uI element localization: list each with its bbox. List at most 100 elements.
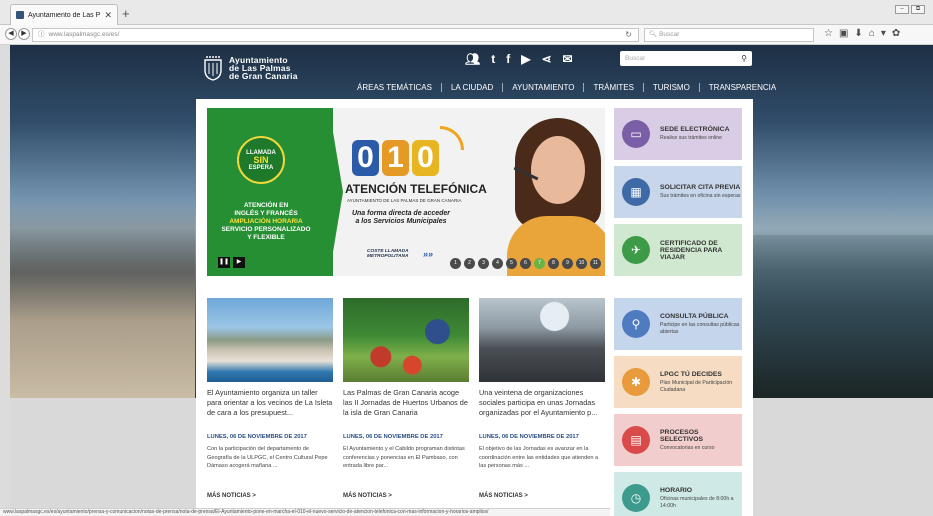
slide-dot[interactable]: 7 (534, 258, 545, 269)
share-icon[interactable]: ⋖ (541, 52, 551, 66)
address-bar[interactable]: ⓘ www.laspalmasgc.es/es/ ↻ (32, 28, 639, 42)
digit-3: 0 (412, 140, 439, 176)
slide-dot[interactable]: 5 (506, 258, 517, 269)
slide-dot[interactable]: 1 (450, 258, 461, 269)
site-logo[interactable]: Ayuntamiento de Las Palmas de Gran Canar… (203, 55, 298, 81)
news-headline[interactable]: El Ayuntamiento organiza un taller para … (207, 388, 333, 430)
pause-button[interactable]: ❚❚ (218, 257, 230, 268)
reload-icon[interactable]: ↻ (625, 29, 632, 41)
info-icon[interactable]: ⓘ (38, 29, 45, 41)
restore-icon[interactable]: ⧉ (911, 5, 925, 14)
tile-lpgc-tu-decides[interactable]: ✱ LPGC TÚ DECIDES Plan Municipal de Parti… (614, 356, 742, 408)
banner-subtitle: AYUNTAMIENTO DE LAS PALMAS DE GRAN CANAR… (347, 198, 462, 203)
mail-icon[interactable]: ✉ (563, 52, 573, 66)
browser-search-field[interactable]: 🔍︎ Buscar (644, 28, 814, 42)
banner-side-text: ATENCIÓN EN INGLÉS Y FRANCÉS AMPLIACIÓN … (211, 202, 321, 242)
people-icon[interactable]: 👥︎ (465, 52, 480, 66)
clipboard-icon: ▤ (622, 426, 650, 454)
youtube-icon[interactable]: ▶ (521, 52, 530, 66)
side-line-5: Y FLEXIBLE (247, 234, 285, 241)
slide-dot[interactable]: 10 (576, 258, 587, 269)
banner-title: ATENCIÓN TELEFÓNICA (345, 182, 487, 196)
people-search-icon: ⚲ (622, 310, 650, 338)
more-news-link[interactable]: MÁS NOTICIAS > (479, 493, 605, 499)
nav-tramites[interactable]: TRÁMITES (583, 82, 642, 92)
coste-line-2: METROPOLITANA (367, 254, 409, 259)
banner-slider[interactable]: LLAMADA SIN ESPERA ATENCIÓN EN INGLÉS Y … (207, 108, 605, 276)
twitter-icon[interactable]: t (491, 52, 495, 66)
slide-dot[interactable]: 9 (562, 258, 573, 269)
news-item[interactable]: El Ayuntamiento organiza un taller para … (207, 298, 333, 499)
browser-nav-bar: ◀ ▶ ⓘ www.laspalmasgc.es/es/ ↻ 🔍︎ Buscar… (0, 25, 933, 45)
search-icon[interactable]: ⚲ (741, 51, 747, 66)
operator-photo (507, 116, 605, 276)
forward-button[interactable]: ▶ (18, 28, 30, 40)
site-search-input[interactable]: Buscar ⚲ (620, 51, 752, 66)
bookmark-star-icon[interactable]: ☆ (824, 28, 833, 39)
back-button[interactable]: ◀ (5, 28, 17, 40)
news-summary: El objetivo de las Jornadas es avanzar e… (479, 446, 599, 470)
toolbar-icons: ☆ ▣ ⬇ ⌂ ▾ ✿ (824, 28, 900, 39)
side-line-2: INGLÉS Y FRANCÉS (234, 210, 298, 217)
slide-dot[interactable]: 8 (548, 258, 559, 269)
news-headline[interactable]: Las Palmas de Gran Canaria acoge las II … (343, 388, 469, 430)
play-button[interactable]: ▶ (233, 257, 245, 268)
number-010: 0 1 0 (352, 140, 439, 176)
minimize-icon[interactable]: – (895, 5, 909, 14)
close-tab-icon[interactable]: ✕ (104, 10, 117, 21)
slide-dot[interactable]: 6 (520, 258, 531, 269)
news-item[interactable]: Las Palmas de Gran Canaria acoge las II … (343, 298, 469, 499)
nav-transparencia[interactable]: TRANSPARENCIA (698, 82, 785, 92)
slide-dot[interactable]: 3 (478, 258, 489, 269)
nav-ayuntamiento[interactable]: AYUNTAMIENTO (502, 82, 583, 92)
airplane-icon: ✈ (622, 236, 650, 264)
extension-icon[interactable]: ✿ (892, 28, 900, 39)
search-icon: 🔍︎ (649, 31, 658, 38)
slide-dot[interactable]: 2 (464, 258, 475, 269)
llamada-sin-espera-badge: LLAMADA SIN ESPERA (237, 136, 285, 184)
new-tab-button[interactable]: + (122, 6, 130, 21)
tile-horario[interactable]: ◷ HORARIO Oficinas municipales de 8:00h a… (614, 472, 742, 516)
tile-title: CERTIFICADO DE RESIDENCIA PARA VIAJAR (660, 239, 723, 261)
library-icon[interactable]: ▣ (839, 28, 848, 39)
nav-la-ciudad[interactable]: LA CIUDAD (440, 82, 502, 92)
news-item[interactable]: Una veintena de organizaciones sociales … (479, 298, 605, 499)
badge-line-2: SIN (253, 154, 269, 165)
tile-subtitle: Convocatorias en curso (660, 444, 715, 451)
tile-title: HORARIO (660, 487, 693, 494)
nav-areas-tematicas[interactable]: ÁREAS TEMÁTICAS (348, 83, 441, 92)
more-news-link[interactable]: MÁS NOTICIAS > (207, 493, 333, 499)
tile-title: CONSULTA PÚBLICA (660, 313, 729, 320)
url-text: www.laspalmasgc.es/es/ (48, 31, 120, 38)
browser-tab[interactable]: Ayuntamiento de Las Palmas ✕ (10, 4, 118, 25)
facebook-icon[interactable]: f (506, 52, 510, 66)
tile-subtitle: Realice sus trámites online (660, 135, 722, 142)
clock-icon: ◷ (622, 484, 650, 512)
tile-consulta-publica[interactable]: ⚲ CONSULTA PÚBLICA Participe en las consu… (614, 298, 742, 350)
slide-pagination: 1 2 3 4 5 6 7 8 9 10 11 (450, 258, 601, 269)
download-icon[interactable]: ⬇ (854, 28, 862, 39)
side-line-3: AMPLIACIÓN HORARIA (229, 218, 303, 225)
home-icon[interactable]: ⌂ (869, 28, 875, 39)
tile-cita-previa[interactable]: ▦ SOLICITAR CITA PREVIA Sus trámites en o… (614, 166, 742, 218)
logo-line-3: de Gran Canaria (229, 71, 298, 81)
nav-turismo[interactable]: TURISMO (642, 82, 699, 92)
tile-title: LPGC TÚ DECIDES (660, 371, 722, 378)
slide-dot[interactable]: 11 (590, 258, 601, 269)
tile-sede-electronica[interactable]: ▭ SEDE ELECTRÓNICA Realice sus trámites o… (614, 108, 742, 160)
news-photo-garden[interactable] (343, 298, 469, 382)
browser-tab-bar: Ayuntamiento de Las Palmas ✕ + – ⧉ (0, 0, 933, 25)
news-headline[interactable]: Una veintena de organizaciones sociales … (479, 388, 605, 430)
slide-dot[interactable]: 4 (492, 258, 503, 269)
news-photo-meeting[interactable] (479, 298, 605, 382)
signal-icon (440, 126, 464, 150)
news-date: LUNES, 06 DE NOVIEMBRE DE 2017 (343, 434, 443, 440)
banner-green-panel (207, 108, 333, 276)
more-news-link[interactable]: MÁS NOTICIAS > (343, 493, 469, 499)
tile-certificado-residencia[interactable]: ✈ CERTIFICADO DE RESIDENCIA PARA VIAJAR (614, 224, 742, 276)
tile-title: PROCESOS SELECTIVOS (660, 428, 704, 443)
pocket-icon[interactable]: ▾ (881, 28, 886, 39)
tile-subtitle: Participe en las consultas públicas abie… (660, 322, 740, 335)
tile-procesos-selectivos[interactable]: ▤ PROCESOS SELECTIVOS Convocatorias en cu… (614, 414, 742, 466)
news-photo-city[interactable] (207, 298, 333, 382)
